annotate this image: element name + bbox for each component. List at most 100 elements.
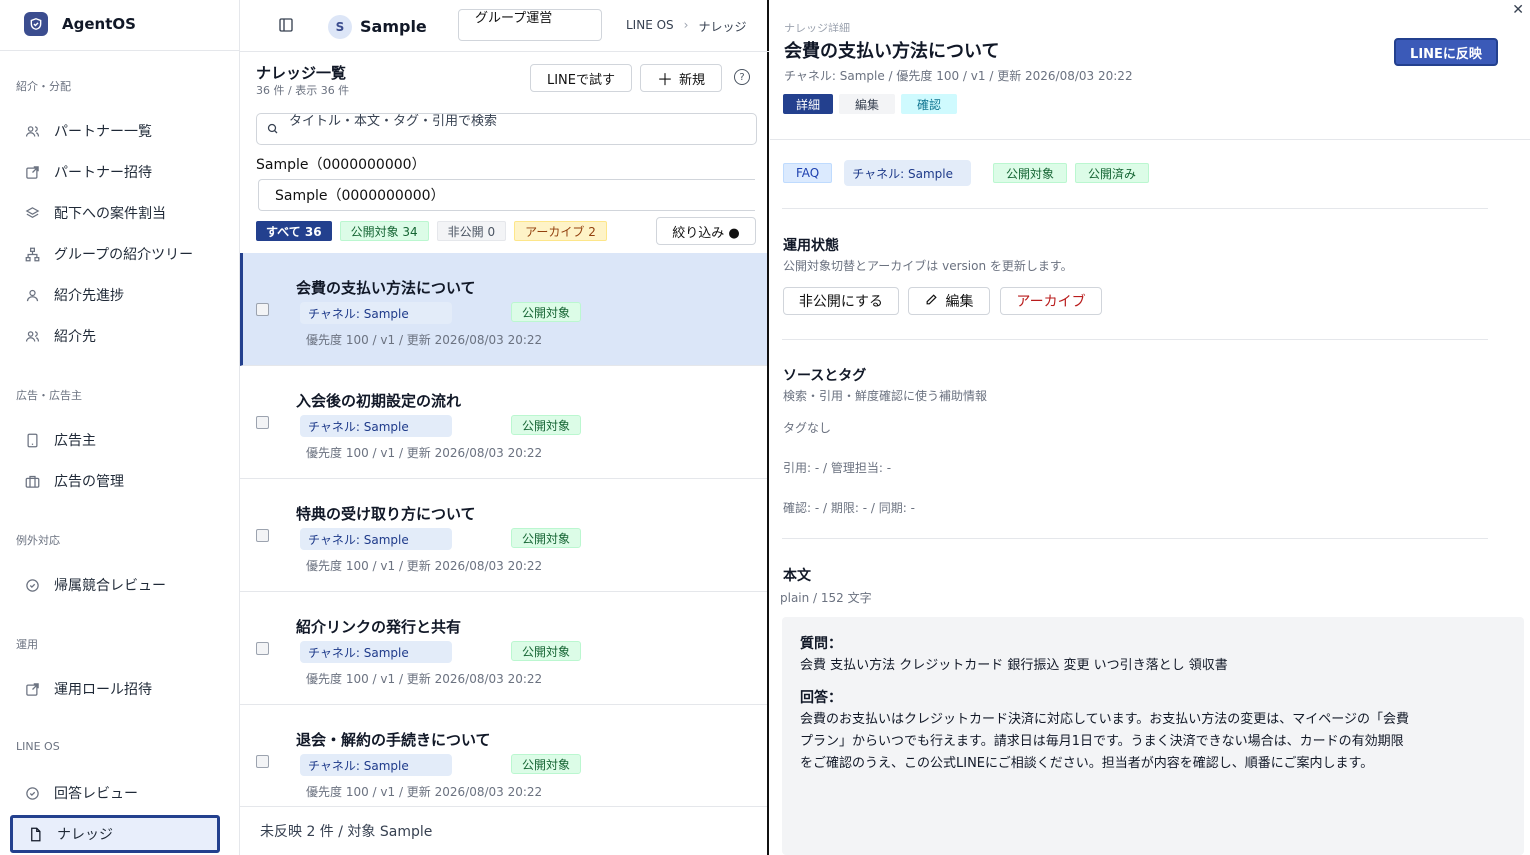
nav-group-line-os: LINE OS [16,740,60,753]
archive-button[interactable]: アーカイブ [1000,287,1102,315]
new-button[interactable]: ＋新規 [640,64,722,92]
list-item[interactable]: 紹介リンクの発行と共有 チャネル: Sample 公開対象 優先度 100 / … [240,592,767,705]
list-item[interactable]: 入会後の初期設定の流れ チャネル: Sample 公開対象 優先度 100 / … [240,366,767,479]
knowledge-detail-panel: ✕ ナレッジ詳細 会費の支払い方法について チャネル: Sample / 優先度… [770,0,1530,855]
list-item[interactable]: 特典の受け取り方について チャネル: Sample 公開対象 優先度 100 /… [240,479,767,592]
group-select[interactable]: グループ運営 [458,9,602,41]
row-checkbox[interactable] [256,416,269,429]
body-content: 質問： 会費 支払い方法 クレジットカード 銀行振込 変更 いつ引き落とし 領収… [782,617,1524,855]
top-bar: S Sample グループ運営 LINE OS › ナレッジ [240,0,769,52]
item-meta: 優先度 100 / v1 / 更新 2026/08/03 20:22 [306,446,543,460]
sidebar-item-referrals[interactable]: 紹介先 [16,319,220,353]
sidebar-item-label: 運用ロール招待 [54,682,152,698]
filter-public[interactable]: 公開対象 34 [339,221,429,241]
brand-name: AgentOS [62,15,136,33]
sidebar-item-label: 帰属競合レビュー [54,578,166,594]
sidebar-item-label: 紹介先 [54,329,96,345]
divider [782,339,1488,340]
check-circle-icon [24,785,40,801]
channel-label: Sample（0000000000） [256,157,426,173]
try-line-button[interactable]: LINEで試す [530,64,632,92]
sidebar-item-label: グループの紹介ツリー [54,247,194,263]
sidebar-item-label: 配下への案件割当 [54,206,166,222]
briefcase-icon [24,473,40,489]
nav-group-referral: 紹介・分配 [16,80,71,93]
nav-group-ads: 広告・広告主 [16,389,82,402]
answer-text: 会費のお支払いはクレジットカード決済に対応しています。お支払い方法の変更は、マイ… [800,712,1410,771]
section-title: 本文 [783,568,811,584]
sidebar-item-referral-tree[interactable]: グループの紹介ツリー [16,237,220,271]
status-badge: 公開対象 [511,641,582,661]
sidebar-item-ad-management[interactable]: 広告の管理 [16,464,220,498]
divider [782,208,1488,209]
nav-group-exceptions: 例外対応 [16,534,60,547]
knowledge-list: 会費の支払い方法について チャネル: Sample 公開対象 優先度 100 /… [240,253,767,818]
search-icon [267,123,279,139]
item-title: 紹介リンクの発行と共有 [296,618,462,636]
filter-private[interactable]: 非公開 0 [436,221,507,241]
tab-edit[interactable]: 編集 [839,94,896,114]
make-private-button[interactable]: 非公開にする [783,287,899,315]
status-badge: 公開対象 [511,754,582,774]
channel-badge: チャネル: Sample [300,641,452,663]
reflect-to-line-button[interactable]: LINEに反映 [1394,38,1498,66]
filter-all[interactable]: すべて 36 [256,221,332,241]
sidebar-item-referral-progress[interactable]: 紹介先進捗 [16,278,220,312]
channel-badge: チャネル: Sample [300,415,452,437]
list-item[interactable]: 会費の支払い方法について チャネル: Sample 公開対象 優先度 100 /… [240,253,767,366]
row-checkbox[interactable] [256,642,269,655]
sidebar-item-partner-invite[interactable]: パートナー招待 [16,155,220,189]
workspace-name: Sample [360,17,427,36]
list-footer: 未反映 2 件 / 対象 Sample [240,806,767,855]
tag-info: タグなし [783,421,832,435]
close-icon[interactable]: ✕ [1512,2,1524,18]
sidebar-toggle-icon[interactable] [278,17,294,37]
sidebar-item-answer-review[interactable]: 回答レビュー [16,776,220,810]
sidebar-item-label: ナレッジ [57,827,113,843]
tree-icon [24,246,40,262]
breadcrumb-item[interactable]: LINE OS [626,18,674,35]
filter-archive[interactable]: アーカイブ 2 [514,221,607,241]
edit-button[interactable]: 編集 [908,287,990,315]
tab-detail[interactable]: 詳細 [783,94,834,114]
external-link-icon [24,164,40,180]
status-badge: 公開対象 [992,163,1067,183]
sidebar-item-case-assign[interactable]: 配下への案件割当 [16,196,220,230]
row-checkbox[interactable] [256,303,269,316]
tab-confirm[interactable]: 確認 [901,94,958,114]
detail-title: 会費の支払い方法について [784,41,1000,62]
edit-icon [925,293,938,310]
question-text: 会費 支払い方法 クレジットカード 銀行振込 変更 いつ引き落とし 領収書 [800,658,1228,673]
answer-label: 回答： [800,690,842,706]
detail-eyebrow: ナレッジ詳細 [784,22,850,32]
narrow-filter-button[interactable]: 絞り込み ● [656,217,756,245]
list-count: 36 件 / 表示 36 件 [256,84,350,97]
detail-tabs: 詳細 編集 確認 [783,94,958,114]
help-icon[interactable]: ? [734,69,750,85]
channel-select[interactable]: Sample（0000000000） [258,179,755,211]
channel-badge: チャネル: Sample [844,160,971,186]
channel-badge: チャネル: Sample [300,302,452,324]
confirmation-info: 確認: - / 期限: - / 同期: - [783,501,915,515]
divider [770,139,1530,140]
row-checkbox[interactable] [256,755,269,768]
search-box[interactable] [256,113,757,145]
list-item[interactable]: 退会・解約の手続きについて チャネル: Sample 公開対象 優先度 100 … [240,705,767,818]
sidebar-item-attribution-review[interactable]: 帰属競合レビュー [16,568,220,602]
sidebar-item-role-invite[interactable]: 運用ロール招待 [16,672,220,706]
brand[interactable]: AgentOS [24,12,136,36]
status-badge: 公開済み [1075,163,1150,183]
search-input[interactable] [289,114,719,129]
sidebar-item-advertisers[interactable]: 広告主 [16,423,220,457]
sidebar-item-knowledge[interactable]: ナレッジ [10,815,220,853]
sidebar-item-label: パートナー一覧 [54,124,152,140]
sidebar-item-label: パートナー招待 [54,165,152,181]
breadcrumb: LINE OS › ナレッジ [626,18,747,35]
item-meta: 優先度 100 / v1 / 更新 2026/08/03 20:22 [306,672,543,686]
type-badge: FAQ [783,163,833,183]
sidebar-item-partners[interactable]: パートナー一覧 [16,114,220,148]
status-badge: 公開対象 [511,415,582,435]
shield-check-icon [24,12,48,36]
avatar[interactable]: S [328,15,352,39]
row-checkbox[interactable] [256,529,269,542]
